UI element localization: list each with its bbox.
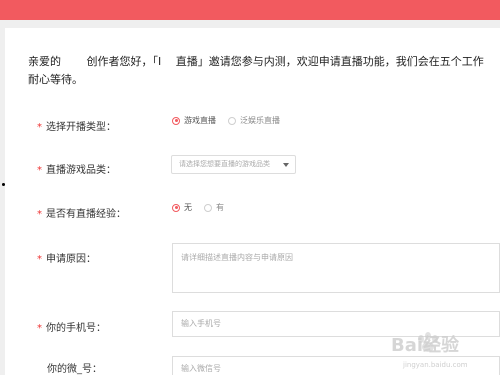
radio-unselected-icon[interactable] xyxy=(204,203,212,212)
live-type-option-game[interactable]: 游戏直播 xyxy=(172,115,216,126)
intro-line-1: 亲爱的 创作者您好，「I 直播」邀请您参与内测，欢迎申请直播功能，我们会在五个工… xyxy=(28,55,484,68)
top-header-bar xyxy=(0,0,500,20)
watermark-text: Bai经验 xyxy=(391,334,460,356)
reason-textarea[interactable]: 请详细描述直播内容与申请原因 xyxy=(172,243,500,293)
radio-unselected-icon[interactable] xyxy=(228,116,236,125)
game-category-select[interactable]: 请选择您想要直播的游戏品类 xyxy=(171,155,296,174)
radio-selected-icon[interactable] xyxy=(172,116,180,125)
watermark-subtext: jingyan.baidu.com xyxy=(402,361,468,369)
required-asterisk: * xyxy=(37,323,42,334)
intro-text: 亲爱的 创作者您好，「I 直播」邀请您参与内测，欢迎申请直播功能，我们会在五个工… xyxy=(28,53,500,89)
experience-option-no[interactable]: 无 xyxy=(172,202,192,213)
phone-label: * 你的手机号： xyxy=(37,323,106,334)
required-asterisk: * xyxy=(37,165,42,176)
baidu-jingyan-watermark: Bai经验 jingyan.baidu.com xyxy=(391,332,468,369)
radio-selected-icon[interactable] xyxy=(172,203,180,212)
live-type-option-entertainment[interactable]: 泛娱乐直播 xyxy=(228,115,280,126)
intro-line-2: 耐心等待。 xyxy=(28,73,83,86)
required-asterisk: * xyxy=(37,254,42,265)
experience-option-yes[interactable]: 有 xyxy=(204,202,224,213)
reason-label: * 申请原因： xyxy=(37,254,96,265)
live-type-radio-group: 游戏直播 泛娱乐直播 xyxy=(172,115,292,126)
chevron-down-icon xyxy=(283,163,289,167)
cursor-dot xyxy=(2,183,5,186)
game-category-label: * 直播游戏品类： xyxy=(37,165,116,176)
live-type-label: * 选择开播类型： xyxy=(37,122,116,133)
experience-radio-group: 无 有 xyxy=(172,202,236,213)
required-asterisk: * xyxy=(37,122,42,133)
experience-label: * 是否有直播经验： xyxy=(37,209,126,220)
required-asterisk: * xyxy=(37,209,42,220)
wechat-label: 你的微_号： xyxy=(47,364,102,375)
